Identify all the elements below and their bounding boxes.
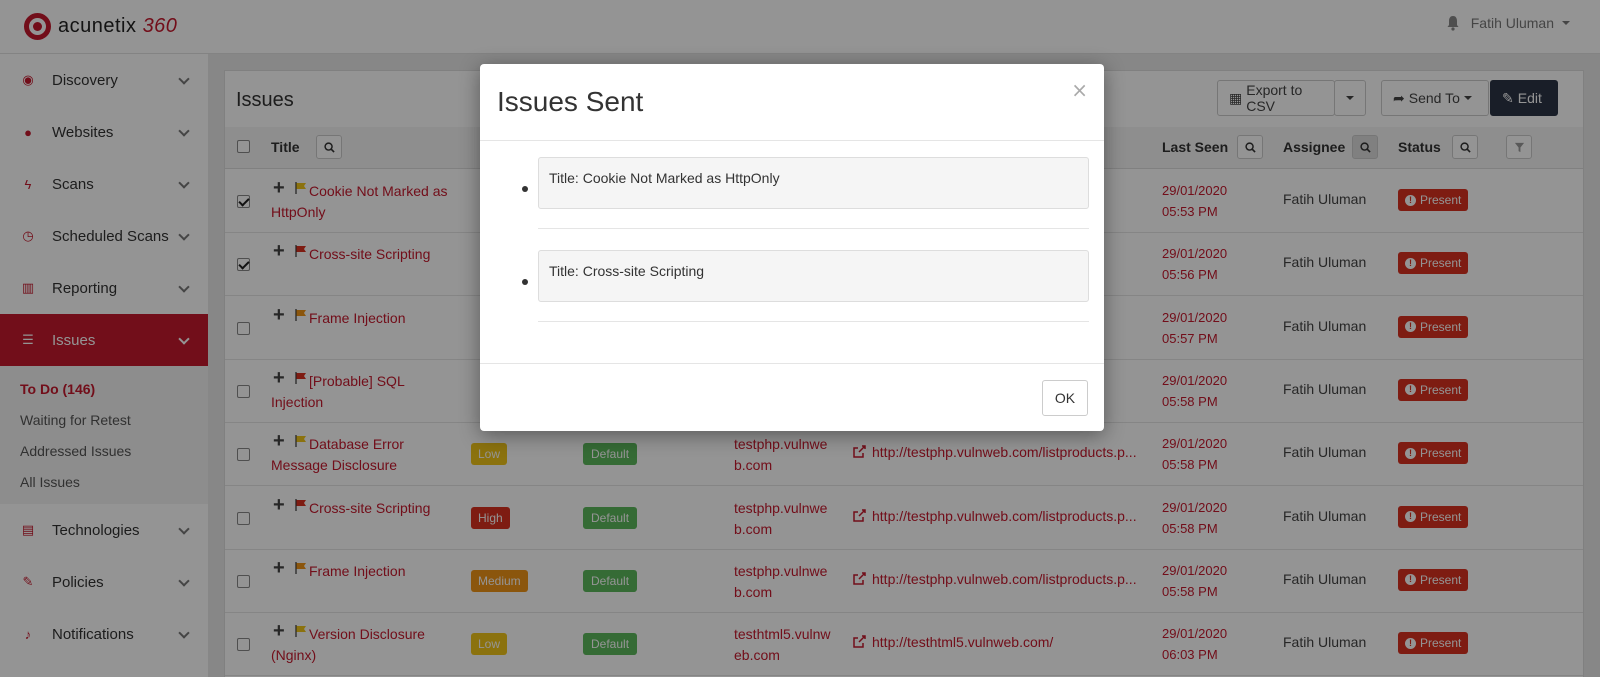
bullet-icon [522, 186, 528, 192]
divider [538, 228, 1089, 229]
sent-issue-item: Title: Cookie Not Marked as HttpOnly [538, 157, 1089, 209]
dialog-header: Issues Sent × [480, 64, 1104, 141]
sent-issue-item: Title: Cross-site Scripting [538, 250, 1089, 302]
dialog-body: Title: Cookie Not Marked as HttpOnly Tit… [480, 141, 1104, 363]
close-icon[interactable]: × [1071, 78, 1088, 102]
dialog-title: Issues Sent [497, 86, 644, 117]
bullet-icon [522, 279, 528, 285]
issues-sent-dialog: Issues Sent × Title: Cookie Not Marked a… [480, 64, 1104, 431]
dialog-footer: OK [480, 363, 1104, 430]
ok-button[interactable]: OK [1042, 380, 1088, 416]
divider [538, 321, 1089, 322]
